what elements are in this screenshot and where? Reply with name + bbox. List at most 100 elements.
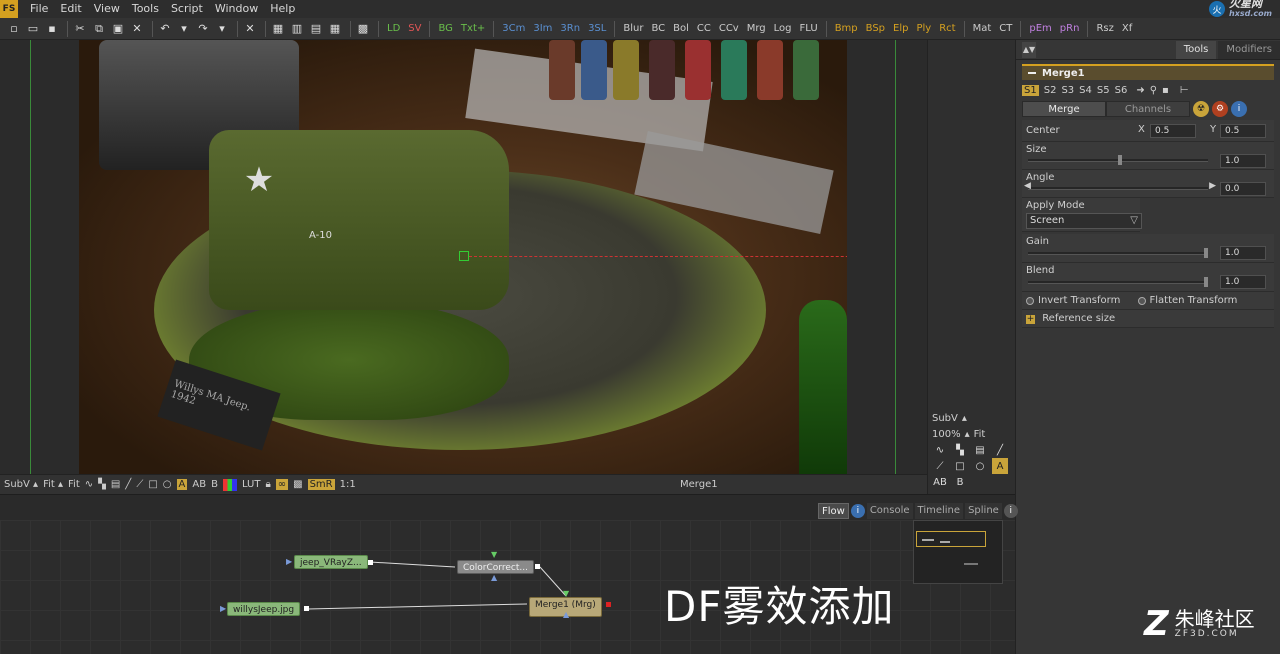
open-folder-icon[interactable]: ▭ <box>25 21 41 37</box>
pick-icon[interactable]: ⚲ <box>1150 85 1157 96</box>
node-color-correct[interactable]: ColorCorrect... <box>457 560 534 574</box>
info-icon[interactable]: i <box>850 504 865 518</box>
tool-button-xf[interactable]: Xf <box>1118 19 1136 39</box>
menu-window[interactable]: Window <box>209 0 264 18</box>
link-icon[interactable]: ∞ <box>275 479 289 490</box>
copy-icon[interactable]: ⧉ <box>91 21 107 37</box>
zoom-row[interactable]: 100% ▴ Fit <box>932 426 1012 442</box>
tool-button-mat[interactable]: Mat <box>969 19 996 39</box>
viewer-right[interactable]: SubV ▴ 100% ▴ Fit ∿ ▚ ▤ ╱ ⟋ □ ○ A AB B <box>927 40 1015 494</box>
checker-icon[interactable]: ▩ <box>293 479 302 490</box>
pin-icon[interactable]: ⊢ <box>1180 85 1189 96</box>
tool-button-3sl[interactable]: 3SL <box>584 19 610 39</box>
node-jeep-vray[interactable]: jeep_VRayZ... <box>294 555 368 569</box>
angle-slider[interactable] <box>1028 187 1208 190</box>
a-buffer-button[interactable]: A <box>992 458 1008 474</box>
size-slider[interactable] <box>1028 155 1208 165</box>
tab-timeline[interactable]: Timeline <box>914 503 964 519</box>
tool-button-blur[interactable]: Blur <box>619 19 647 39</box>
slot-s1[interactable]: S1 <box>1022 84 1039 96</box>
tool-button-sv[interactable]: SV <box>404 19 425 39</box>
node-output-port[interactable] <box>606 602 611 607</box>
spline-icon[interactable]: ∿ <box>85 479 93 490</box>
tool-button-mrg[interactable]: Mrg <box>743 19 770 39</box>
tab-spline[interactable]: Spline <box>965 503 1002 519</box>
ratio-button[interactable]: 1:1 <box>340 479 356 490</box>
tab-console[interactable]: Console <box>866 503 913 519</box>
tool-button-bc[interactable]: BC <box>647 19 669 39</box>
tool-button-bol[interactable]: Bol <box>669 19 693 39</box>
size-slider-knob[interactable] <box>1118 155 1122 165</box>
gradient-icon[interactable]: ▤ <box>972 442 988 458</box>
blend-slider-knob[interactable] <box>1204 277 1208 287</box>
pen-icon[interactable]: ╱ <box>992 442 1008 458</box>
node-header[interactable]: Merge1 <box>1022 64 1274 80</box>
undo-icon[interactable]: ↶ <box>157 21 173 37</box>
angle-left-arrow-icon[interactable]: ◀ <box>1024 181 1031 191</box>
fit-button-2[interactable]: Fit <box>68 479 80 490</box>
flatten-transform-checkbox[interactable]: Flatten Transform <box>1137 295 1237 306</box>
info-icon[interactable]: i <box>1003 504 1018 518</box>
apply-mode-dropdown[interactable]: Screen ▽ <box>1026 213 1142 229</box>
settings-gear-icon[interactable]: ⚙ <box>1212 101 1228 117</box>
histogram-icon[interactable]: ▚ <box>952 442 968 458</box>
ab-button[interactable]: AB <box>192 479 206 490</box>
tool-button-bsp[interactable]: BSp <box>862 19 889 39</box>
save-icon[interactable]: ▪ <box>44 21 60 37</box>
node-output-port[interactable] <box>304 606 309 611</box>
expand-plus-icon[interactable]: + <box>1026 315 1035 324</box>
lut-button[interactable]: LUT <box>242 479 261 490</box>
collapse-icon[interactable] <box>1028 72 1036 74</box>
tool-button-rct[interactable]: Rct <box>935 19 959 39</box>
smr-button[interactable]: SmR <box>307 479 335 490</box>
angle-right-arrow-icon[interactable]: ▶ <box>1209 181 1216 191</box>
invert-transform-checkbox[interactable]: Invert Transform <box>1026 295 1120 306</box>
slot-s5[interactable]: S5 <box>1097 85 1110 96</box>
center-x-field[interactable]: 0.5 <box>1150 124 1196 138</box>
flow-navigator[interactable] <box>913 520 1003 584</box>
fit-button[interactable]: Fit ▴ <box>43 479 63 490</box>
slot-s3[interactable]: S3 <box>1061 85 1074 96</box>
new-file-icon[interactable]: ▫ <box>6 21 22 37</box>
tool-button-3rn[interactable]: 3Rn <box>556 19 584 39</box>
tool-button-elp[interactable]: Elp <box>889 19 912 39</box>
ab-button[interactable]: AB <box>932 474 948 490</box>
viewer-left[interactable]: ★ A-10 Willys MA Jeep. 1942 <box>0 40 927 474</box>
paste-icon[interactable]: ▣ <box>110 21 126 37</box>
menu-edit[interactable]: Edit <box>54 0 87 18</box>
subview-row[interactable]: SubV ▴ <box>932 410 1012 426</box>
subview-button[interactable]: SubV ▴ <box>4 479 38 490</box>
node-output-port[interactable] <box>535 564 540 569</box>
brush-icon[interactable]: ⟋ <box>136 479 143 490</box>
tool-button-ld[interactable]: LD <box>383 19 404 39</box>
tool-button-bg[interactable]: BG <box>434 19 456 39</box>
gain-slider[interactable] <box>1028 248 1208 258</box>
info-icon[interactable]: i <box>1231 101 1247 117</box>
b-buffer-button[interactable]: B <box>211 479 218 490</box>
radiation-icon[interactable]: ☢ <box>1193 101 1209 117</box>
tool-button-log[interactable]: Log <box>770 19 796 39</box>
channels-icon[interactable] <box>222 478 237 491</box>
gain-slider-knob[interactable] <box>1204 248 1208 258</box>
slot-s4[interactable]: S4 <box>1079 85 1092 96</box>
tool-button-txt[interactable]: Txt+ <box>457 19 489 39</box>
script-icon[interactable]: ▩ <box>355 21 371 37</box>
redo-icon[interactable]: ↷ <box>195 21 211 37</box>
reference-size-section[interactable]: + Reference size <box>1022 310 1274 328</box>
menu-tools[interactable]: Tools <box>126 0 165 18</box>
tool-button-3im[interactable]: 3Im <box>529 19 556 39</box>
tool-button-ply[interactable]: Ply <box>912 19 935 39</box>
tool-button-rsz[interactable]: Rsz <box>1092 19 1117 39</box>
rectangle-icon[interactable]: □ <box>952 458 968 474</box>
cross-tool-icon[interactable]: ✕ <box>242 21 258 37</box>
flow-view[interactable]: ▶ jeep_VRayZ... ▼ ColorCorrect... ▲ ▶ wi… <box>0 520 1015 654</box>
menu-script[interactable]: Script <box>165 0 209 18</box>
layout-quad-icon[interactable]: ▦ <box>327 21 343 37</box>
center-handle[interactable] <box>459 251 469 261</box>
blend-field[interactable]: 1.0 <box>1220 275 1266 289</box>
layout-triple-icon[interactable]: ▤ <box>308 21 324 37</box>
slot-s2[interactable]: S2 <box>1044 85 1057 96</box>
node-output-port[interactable] <box>368 560 373 565</box>
slot-s6[interactable]: S6 <box>1115 85 1128 96</box>
menu-file[interactable]: File <box>24 0 54 18</box>
